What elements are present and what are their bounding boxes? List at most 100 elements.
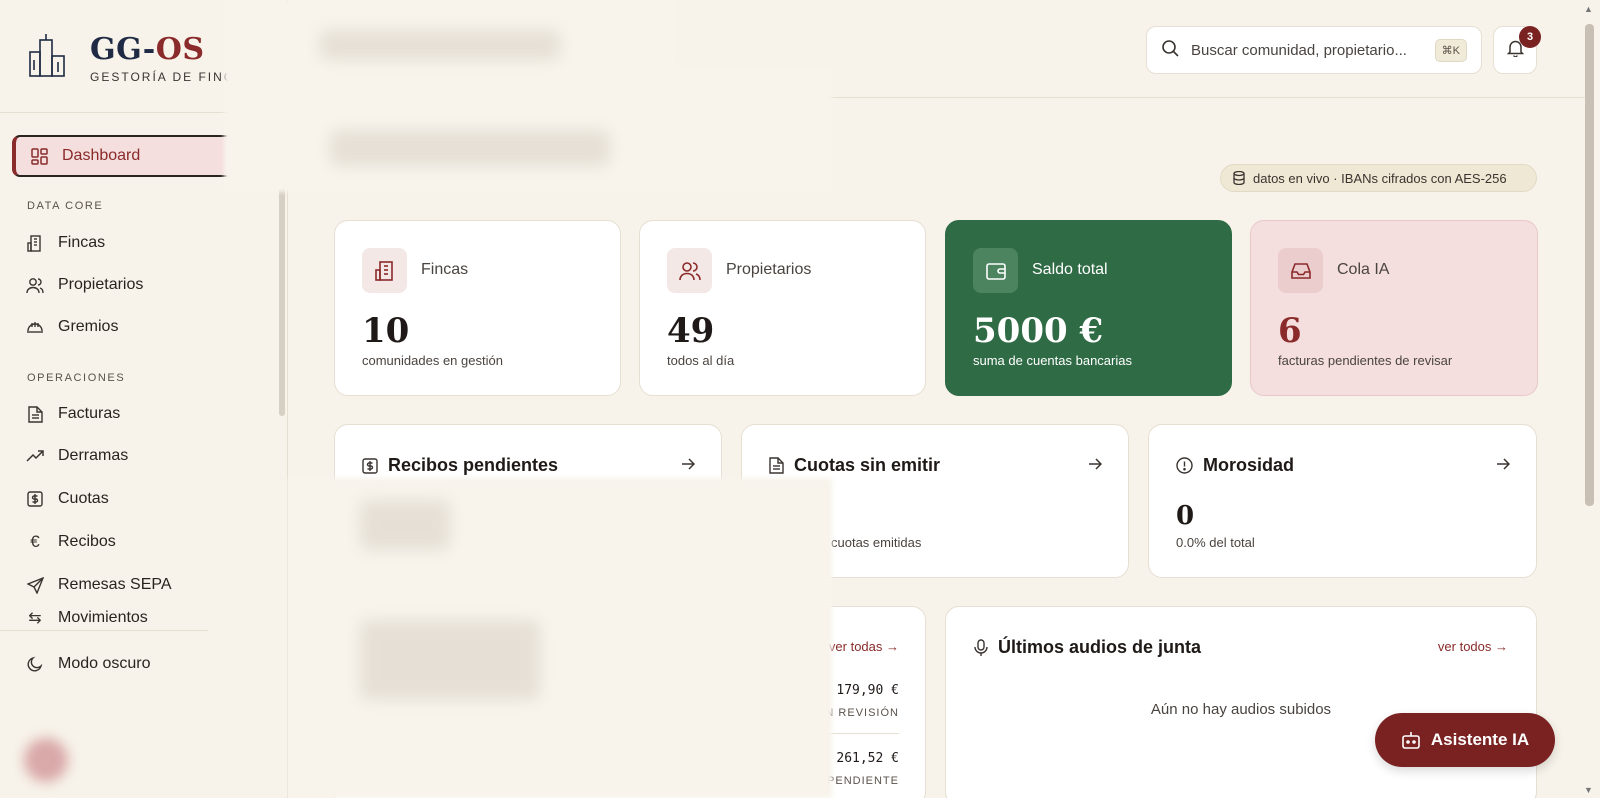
stat-subtitle: facturas pendientes de revisar	[1278, 353, 1453, 368]
database-icon	[1233, 171, 1245, 185]
card-header: Últimos audios de junta	[974, 637, 1201, 658]
euro-icon: €	[30, 532, 40, 551]
arrow-right-icon[interactable]	[1496, 457, 1511, 476]
card-header: Cuotas sin emitir	[769, 455, 940, 476]
scroll-down-arrow[interactable]: ▼	[1584, 785, 1593, 795]
stat-label: Cola IA	[1337, 261, 1390, 278]
blurred-text	[360, 620, 540, 700]
notifications-badge: 3	[1519, 26, 1541, 48]
users-icon	[26, 276, 44, 294]
stat-card-fincas[interactable]: Fincas 10 comunidades en gestión	[334, 220, 621, 396]
arrow-right-icon[interactable]	[1088, 457, 1103, 476]
invoice-amount: 179,90 €	[836, 683, 899, 698]
sidebar-item-label: Propietarios	[58, 276, 144, 293]
hard-hat-icon	[26, 318, 44, 336]
sidebar-item-cuotas[interactable]: Cuotas	[12, 478, 252, 520]
stat-label: Propietarios	[726, 261, 812, 278]
blurred-text	[320, 30, 560, 60]
dark-mode-label: Modo oscuro	[58, 655, 151, 672]
brand-subtitle: GESTORÍA DE FINCA	[90, 70, 245, 84]
sidebar-item-label: Dashboard	[62, 147, 141, 164]
invoice-status: N REVISIÓN	[825, 707, 899, 719]
stat-value: 10	[362, 311, 410, 351]
scroll-up-arrow[interactable]: ▲	[1584, 4, 1593, 14]
bot-icon	[1401, 731, 1421, 749]
sidebar-footer-divider	[0, 630, 208, 631]
arrow-right-icon[interactable]	[681, 457, 696, 476]
sidebar-item-remesas-sepa[interactable]: Remesas SEPA	[12, 564, 252, 606]
moon-icon	[26, 655, 44, 673]
microphone-icon	[974, 638, 988, 657]
dark-mode-toggle[interactable]: Modo oscuro	[12, 643, 252, 685]
building-icon	[26, 234, 44, 252]
card-header: Morosidad	[1176, 455, 1294, 476]
wallet-icon	[973, 248, 1018, 293]
dashboard-icon	[30, 147, 48, 165]
sidebar-item-movimientos[interactable]: ⇆ Movimientos	[12, 607, 252, 629]
sidebar-item-label: Recibos	[58, 533, 116, 550]
stat-card-cola-ia[interactable]: Cola IA 6 facturas pendientes de revisar	[1250, 220, 1538, 396]
send-icon	[26, 576, 44, 594]
sidebar-item-propietarios[interactable]: Propietarios	[12, 264, 252, 306]
search-input[interactable]	[1191, 41, 1435, 59]
search-shortcut: ⌘K	[1434, 38, 1467, 62]
blurred-title-region	[224, 66, 832, 192]
card-subtitle: 0.0% del total	[1176, 535, 1255, 550]
dollar-square-icon	[362, 457, 378, 474]
stat-value: 49	[667, 311, 715, 351]
dollar-square-icon	[26, 490, 44, 508]
invoice-status: PENDIENTE	[827, 775, 899, 787]
card-title: Últimos audios de junta	[998, 637, 1202, 657]
asistente-ia-label: Asistente IA	[1430, 730, 1530, 749]
file-text-icon	[769, 457, 784, 474]
card-header: Recibos pendientes	[362, 455, 558, 476]
stat-card-propietarios[interactable]: Propietarios 49 todos al día	[639, 220, 926, 396]
stat-card-saldo-total[interactable]: Saldo total 5000 € suma de cuentas banca…	[945, 220, 1232, 396]
stat-label: Saldo total	[1032, 261, 1108, 278]
brand[interactable]: GG-OS GESTORÍA DE FINCA	[28, 34, 244, 84]
brand-name: GG-OS	[90, 32, 205, 67]
building-icon	[362, 248, 407, 293]
sidebar-item-derramas[interactable]: Derramas	[12, 435, 252, 477]
card-title: Recibos pendientes	[388, 455, 559, 475]
section-label-operaciones: OPERACIONES	[27, 372, 126, 384]
card-morosidad[interactable]: Morosidad 0 0.0% del total	[1148, 424, 1537, 578]
stat-value: 5000 €	[973, 311, 1104, 351]
sidebar-item-label: Cuotas	[58, 490, 109, 507]
stat-label: Fincas	[421, 261, 469, 278]
card-subtitle: cuotas emitidas	[831, 535, 922, 550]
search-icon	[1161, 39, 1179, 62]
card-title: Cuotas sin emitir	[794, 455, 941, 475]
sidebar-item-label: Derramas	[58, 447, 129, 464]
live-data-text: datos en vivo · IBANs cifrados con AES-2…	[1253, 170, 1507, 186]
sidebar-item-facturas[interactable]: Facturas	[12, 393, 252, 435]
user-avatar[interactable]	[24, 738, 68, 782]
blurred-text	[360, 500, 450, 550]
card-title: Morosidad	[1203, 455, 1295, 475]
users-icon	[667, 248, 712, 293]
sidebar-item-gremios[interactable]: Gremios	[12, 306, 252, 348]
card-audios-junta: Últimos audios de junta ver todos → Aún …	[945, 606, 1537, 798]
inbox-icon	[1278, 248, 1323, 293]
sidebar-item-recibos[interactable]: € Recibos	[12, 521, 252, 563]
stat-value: 6	[1278, 311, 1302, 351]
ver-todos-link[interactable]: ver todos →	[1438, 639, 1508, 654]
search-bar[interactable]: ⌘K	[1146, 26, 1482, 74]
sidebar-item-label: Fincas	[58, 234, 106, 251]
trending-up-icon	[26, 447, 44, 465]
file-text-icon	[26, 405, 44, 423]
sidebar-item-fincas[interactable]: Fincas	[12, 222, 252, 264]
sidebar-item-label: Gremios	[58, 318, 119, 335]
stat-subtitle: comunidades en gestión	[362, 353, 503, 368]
sidebar-item-label: Facturas	[58, 405, 121, 422]
sidebar-item-label: Movimientos	[58, 609, 148, 626]
page-scrollbar[interactable]	[1585, 24, 1594, 506]
sidebar-item-dashboard[interactable]: Dashboard	[12, 135, 252, 177]
building-logo-icon	[29, 34, 65, 77]
invoice-amount: 261,52 €	[836, 751, 899, 766]
section-label-data-core: DATA CORE	[27, 200, 104, 212]
asistente-ia-button[interactable]: Asistente IA	[1375, 713, 1555, 767]
ver-todas-link[interactable]: ver todas →	[829, 639, 899, 654]
stat-subtitle: todos al día	[667, 353, 735, 368]
card-value: 0	[1176, 501, 1195, 531]
